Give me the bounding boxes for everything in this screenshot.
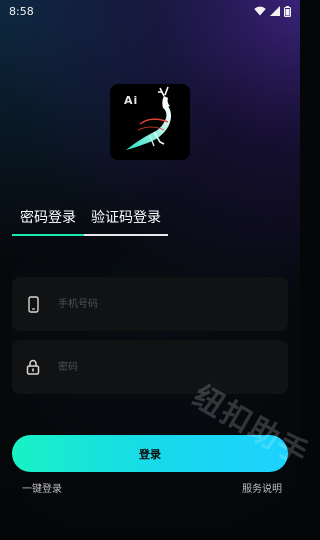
one-click-login-link[interactable]: 一键登录	[22, 480, 62, 495]
password-input[interactable]	[56, 360, 260, 374]
login-button[interactable]: 登录	[12, 435, 288, 472]
password-field	[12, 340, 288, 394]
status-bar: 8:58	[0, 0, 300, 22]
tab-code-underline	[84, 234, 168, 236]
cell-signal-icon	[270, 6, 280, 16]
phone-input[interactable]	[56, 297, 260, 311]
tab-code-login-label: 验证码登录	[91, 210, 161, 226]
tab-password-underline	[12, 234, 84, 236]
lock-icon	[24, 358, 42, 376]
status-time: 8:58	[9, 4, 34, 18]
tab-code-login[interactable]: 验证码登录	[84, 206, 168, 236]
wifi-icon	[254, 6, 266, 16]
battery-icon	[284, 5, 291, 17]
phone-icon	[24, 295, 42, 313]
phone-field	[12, 277, 288, 331]
tab-password-login[interactable]: 密码登录	[12, 206, 84, 236]
login-tabs: 密码登录 验证码登录	[12, 206, 168, 236]
status-icons	[254, 5, 291, 17]
deer-logo-icon	[126, 86, 172, 150]
tab-password-login-label: 密码登录	[20, 210, 76, 226]
bottom-links: 一键登录 服务说明	[22, 480, 282, 495]
service-info-link[interactable]: 服务说明	[242, 480, 282, 495]
app-logo: Ai	[110, 84, 190, 160]
